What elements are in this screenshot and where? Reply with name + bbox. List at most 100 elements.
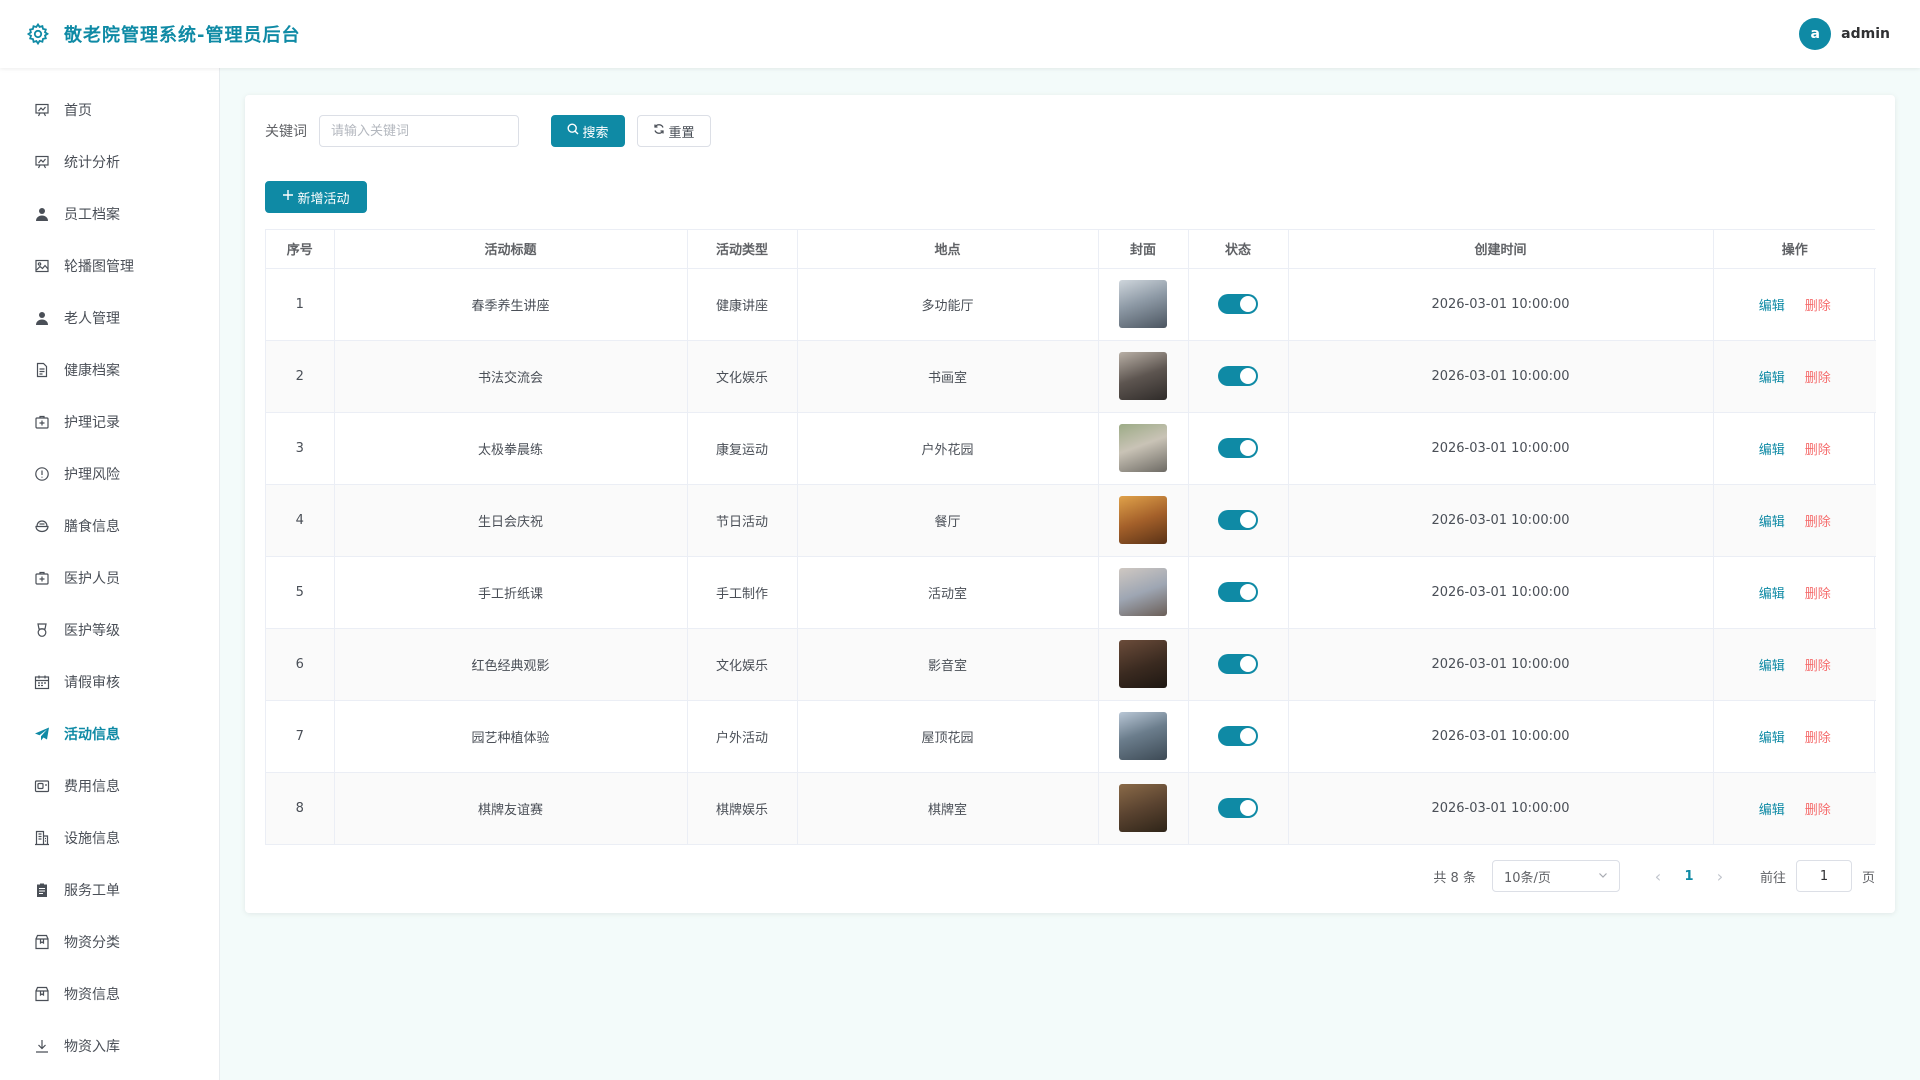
search-bar: 关键词 搜索 重置 bbox=[265, 115, 711, 147]
status-toggle[interactable] bbox=[1218, 798, 1258, 819]
user-menu[interactable]: a admin bbox=[1799, 18, 1890, 50]
status-toggle[interactable] bbox=[1218, 366, 1258, 386]
delete-button[interactable]: 删除 bbox=[1805, 443, 1831, 458]
username[interactable]: admin bbox=[1841, 26, 1890, 42]
sidebar-item-label: 护理风险 bbox=[64, 467, 120, 483]
prev-page-icon[interactable]: ‹ bbox=[1642, 867, 1674, 886]
cell-actions: 编辑 删除 bbox=[1713, 412, 1876, 485]
sidebar-item[interactable]: 请假审核 bbox=[0, 656, 219, 708]
user-icon bbox=[34, 310, 50, 326]
table-row: 3 太极拳晨练 康复运动 户外花园 2026-03-01 10:00:00 编辑 删除 bbox=[266, 412, 1876, 485]
cell-type: 文化娱乐 bbox=[687, 340, 798, 413]
sidebar-item[interactable]: 护理风险 bbox=[0, 448, 219, 500]
cover-image[interactable] bbox=[1119, 496, 1167, 544]
edit-button[interactable]: 编辑 bbox=[1759, 731, 1785, 746]
sidebar-item[interactable]: 医护人员 bbox=[0, 552, 219, 604]
column-header[interactable]: 创建时间 bbox=[1288, 230, 1714, 269]
cell-created: 2026-03-01 10:00:00 bbox=[1288, 556, 1714, 629]
top-header: 敬老院管理系统-管理员后台 a admin bbox=[0, 0, 1920, 68]
edit-button[interactable]: 编辑 bbox=[1759, 803, 1785, 818]
pagination: 共 8 条 10条/页 ‹ 1 › 前往 页 bbox=[1433, 860, 1875, 892]
column-header[interactable]: 地点 bbox=[797, 230, 1099, 269]
status-toggle[interactable] bbox=[1218, 582, 1258, 602]
goto-label: 前往 bbox=[1759, 870, 1786, 886]
status-toggle[interactable] bbox=[1218, 294, 1258, 314]
sidebar-item[interactable]: 健康档案 bbox=[0, 344, 219, 396]
table-row: 8 棋牌友谊赛 棋牌娱乐 棋牌室 2026-03-01 10:00:00 编辑 删除 bbox=[266, 772, 1876, 844]
office-building-icon bbox=[34, 830, 50, 846]
keyword-label: 关键词 bbox=[265, 124, 307, 140]
edit-button[interactable]: 编辑 bbox=[1759, 659, 1785, 674]
cover-image[interactable] bbox=[1119, 280, 1167, 328]
sidebar-item[interactable]: 轮播图管理 bbox=[0, 240, 219, 292]
cell-location: 活动室 bbox=[797, 556, 1099, 629]
sidebar-item[interactable]: 物资信息 bbox=[0, 968, 219, 1020]
status-toggle[interactable] bbox=[1218, 654, 1258, 674]
avatar[interactable]: a bbox=[1799, 18, 1832, 50]
column-header[interactable]: 活动类型 bbox=[687, 230, 798, 269]
cell-title: 棋牌友谊赛 bbox=[334, 772, 688, 844]
page-size-select[interactable]: 10条/页 bbox=[1491, 860, 1620, 892]
keyword-input[interactable] bbox=[319, 115, 519, 147]
add-activity-button[interactable]: 新增活动 bbox=[265, 181, 367, 213]
user-icon bbox=[34, 206, 50, 222]
sidebar-item-label: 物资信息 bbox=[64, 987, 120, 1003]
sidebar-item[interactable]: 服务工单 bbox=[0, 864, 219, 916]
column-header[interactable]: 操作 bbox=[1713, 230, 1876, 269]
sidebar-item[interactable]: 物资入库 bbox=[0, 1020, 219, 1072]
goto-page-input[interactable] bbox=[1795, 860, 1852, 892]
cover-image[interactable] bbox=[1119, 352, 1167, 400]
delete-button[interactable]: 删除 bbox=[1805, 587, 1831, 602]
sidebar-item-label: 活动信息 bbox=[64, 727, 120, 743]
sidebar-item[interactable]: 员工档案 bbox=[0, 188, 219, 240]
column-header[interactable]: 序号 bbox=[266, 230, 335, 269]
status-toggle[interactable] bbox=[1218, 438, 1258, 458]
cover-image[interactable] bbox=[1119, 424, 1167, 472]
cover-image[interactable] bbox=[1119, 784, 1167, 833]
column-header[interactable]: 状态 bbox=[1188, 230, 1289, 269]
sidebar-item[interactable]: 设施信息 bbox=[0, 812, 219, 864]
sidebar-item[interactable]: 老人管理 bbox=[0, 292, 219, 344]
table-header-row: 序号 活动标题 活动类型 地点 封面 状态 创建时间 操作 bbox=[266, 230, 1876, 269]
reset-button[interactable]: 重置 bbox=[637, 115, 711, 147]
cell-type: 文化娱乐 bbox=[687, 628, 798, 701]
delete-button[interactable]: 删除 bbox=[1805, 659, 1831, 674]
edit-button[interactable]: 编辑 bbox=[1759, 587, 1785, 602]
cell-index: 1 bbox=[266, 268, 335, 341]
delete-button[interactable]: 删除 bbox=[1805, 803, 1831, 818]
status-toggle[interactable] bbox=[1218, 726, 1258, 746]
edit-button[interactable]: 编辑 bbox=[1759, 299, 1785, 314]
cover-image[interactable] bbox=[1119, 640, 1167, 688]
column-header[interactable]: 封面 bbox=[1098, 230, 1189, 269]
main-card: 关键词 搜索 重置 新增活动 序号 bbox=[245, 95, 1895, 913]
sidebar-item[interactable]: 医护等级 bbox=[0, 604, 219, 656]
next-page-icon[interactable]: › bbox=[1704, 867, 1736, 886]
sidebar-item[interactable]: 统计分析 bbox=[0, 136, 219, 188]
edit-button[interactable]: 编辑 bbox=[1759, 443, 1785, 458]
cell-index: 5 bbox=[266, 556, 335, 629]
delete-button[interactable]: 删除 bbox=[1805, 731, 1831, 746]
sidebar-item[interactable]: 费用信息 bbox=[0, 760, 219, 812]
cell-actions: 编辑 删除 bbox=[1713, 484, 1876, 557]
page-number-current[interactable]: 1 bbox=[1674, 869, 1704, 884]
column-header[interactable]: 活动标题 bbox=[334, 230, 688, 269]
chevron-down-icon bbox=[1598, 869, 1608, 884]
delete-button[interactable]: 删除 bbox=[1805, 299, 1831, 314]
sidebar-item[interactable]: 护理记录 bbox=[0, 396, 219, 448]
cover-image[interactable] bbox=[1119, 712, 1167, 760]
status-toggle[interactable] bbox=[1218, 510, 1258, 530]
sidebar-item-label: 员工档案 bbox=[64, 207, 120, 223]
search-button[interactable]: 搜索 bbox=[551, 115, 625, 147]
sidebar-item[interactable]: 膳食信息 bbox=[0, 500, 219, 552]
sidebar-item-label: 服务工单 bbox=[64, 883, 120, 899]
edit-button[interactable]: 编辑 bbox=[1759, 371, 1785, 386]
cover-image[interactable] bbox=[1119, 568, 1167, 616]
edit-button[interactable]: 编辑 bbox=[1759, 515, 1785, 530]
delete-button[interactable]: 删除 bbox=[1805, 515, 1831, 530]
sidebar-item[interactable]: 物资分类 bbox=[0, 916, 219, 968]
box-icon bbox=[34, 934, 50, 950]
sidebar-item[interactable]: 首页 bbox=[0, 84, 219, 136]
sidebar-item[interactable]: 活动信息 bbox=[0, 708, 219, 760]
plus-icon bbox=[282, 189, 294, 205]
delete-button[interactable]: 删除 bbox=[1805, 371, 1831, 386]
